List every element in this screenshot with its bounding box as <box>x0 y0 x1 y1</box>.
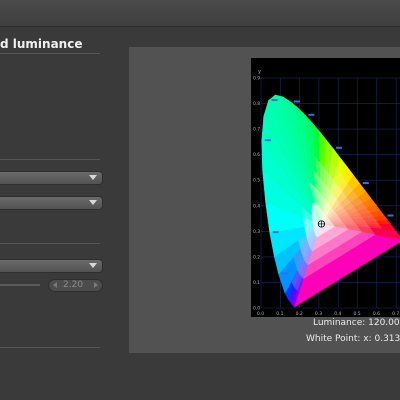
y-tick-label: 0.0 <box>253 306 260 312</box>
locus-segment <box>376 220 392 225</box>
gamma-value[interactable]: 2.20 <box>63 280 83 291</box>
x-tick-label: 0.2 <box>296 311 303 317</box>
white-point-readout: White Point: x: 0.313 y: <box>306 334 400 344</box>
x-tick-label: 0.4 <box>334 311 341 317</box>
section-divider <box>0 53 100 54</box>
x-tick-label: 0.7 <box>392 311 399 317</box>
y-tick-label: 0.5 <box>253 178 260 184</box>
gamma-slider[interactable] <box>0 284 40 286</box>
y-tick-label: 0.2 <box>253 254 260 260</box>
y-tick-label: 0.1 <box>253 280 260 286</box>
y-tick-label: 0.7 <box>253 127 260 133</box>
chromaticity-diagram: y 0.0 0.1 0.2 0.3 0.4 0.5 0.6 0.7 0.8 0.9 0.0 0.1 0.2… <box>251 58 400 317</box>
y-tick-label: 0.9 <box>253 76 260 82</box>
y-tick-label: 0.6 <box>253 152 260 158</box>
divider-2 <box>0 243 100 244</box>
x-tick-label: 0.1 <box>276 311 283 317</box>
triangle-left-icon[interactable] <box>53 282 57 288</box>
luminance-readout: Luminance: 120.000 c <box>313 318 400 328</box>
chevron-down-icon <box>89 175 97 180</box>
wavelength-label <box>271 98 278 101</box>
wavelength-label <box>264 139 271 142</box>
y-tick-label: 0.4 <box>253 203 260 209</box>
wavelength-label <box>293 100 300 103</box>
y-tick-label: 0.3 <box>253 229 260 235</box>
x-tick-label: 0.3 <box>315 311 322 317</box>
popup-button-3[interactable] <box>0 259 103 273</box>
x-tick-label: 0.5 <box>354 311 361 317</box>
gamma-stepper[interactable]: 2.20 <box>48 279 103 292</box>
crosshair-circle-icon <box>317 220 326 228</box>
triangle-right-icon[interactable] <box>94 282 98 288</box>
y-tick-label: 0.8 <box>253 101 260 107</box>
wavelength-label <box>387 214 394 217</box>
popup-button-2[interactable] <box>0 196 103 210</box>
popup-button-1[interactable] <box>0 171 103 185</box>
x-tick-label: 0.0 <box>257 311 264 317</box>
wavelength-label <box>336 146 343 149</box>
spectral-locus <box>261 94 400 308</box>
wavelength-label <box>308 113 315 116</box>
window-titlebar <box>0 0 400 27</box>
wavelength-label <box>362 182 369 185</box>
divider-1 <box>0 159 100 160</box>
y-axis-label: y <box>258 69 261 75</box>
chevron-down-icon <box>89 263 97 268</box>
x-tick-label: 0.6 <box>373 311 380 317</box>
wavelength-label <box>281 272 288 275</box>
divider-3 <box>0 347 100 348</box>
locus-segment <box>354 221 369 225</box>
chevron-down-icon <box>89 200 97 205</box>
section-title: d luminance <box>0 37 83 51</box>
wavelength-label <box>272 231 279 234</box>
